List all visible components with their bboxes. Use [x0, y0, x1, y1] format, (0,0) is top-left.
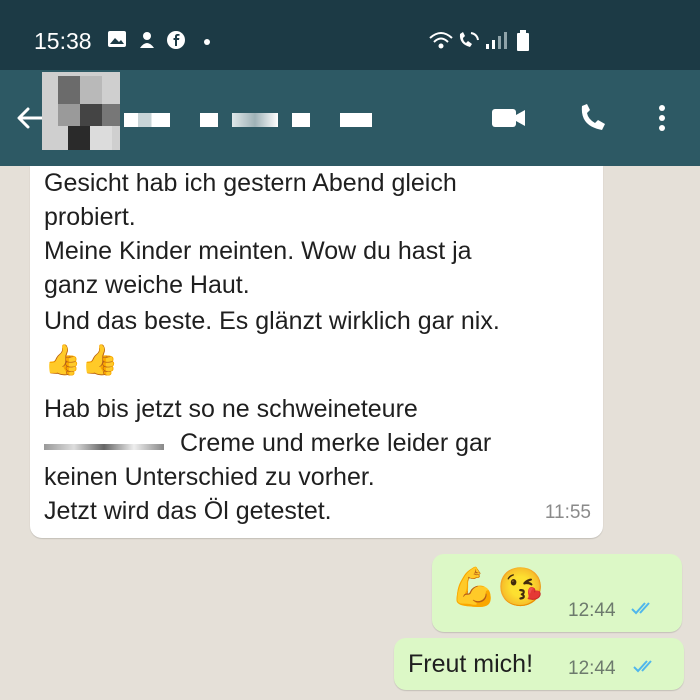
- thumbs-up-emoji: 👍👍: [44, 344, 119, 377]
- message-line: Hab bis jetzt so ne schweineteure: [44, 395, 418, 423]
- message-line: probiert.: [44, 203, 136, 231]
- redacted-name-block: [124, 113, 170, 127]
- message-timestamp: 12:44: [568, 600, 616, 621]
- message-timestamp: 12:44: [568, 658, 616, 679]
- dot-icon: [204, 39, 210, 45]
- notification-icon: [140, 32, 154, 48]
- incoming-message-bubble[interactable]: Gesicht hab ich gestern Abend gleich pro…: [30, 166, 603, 538]
- chat-header: [0, 70, 700, 166]
- message-line: Gesicht hab ich gestern Abend gleich: [44, 169, 457, 197]
- status-time: 15:38: [34, 28, 92, 54]
- message-timestamp: 11:55: [544, 502, 591, 523]
- message-line: Creme und merke leider gar: [180, 429, 492, 457]
- redacted-name-block: [232, 113, 278, 127]
- battery-icon: [517, 30, 529, 51]
- facebook-icon: [167, 31, 185, 49]
- message-line: Jetzt wird das Öl getestet.: [44, 497, 332, 525]
- video-call-icon[interactable]: [490, 98, 528, 138]
- status-bar: 15:38: [0, 0, 700, 70]
- phone-call-icon[interactable]: [574, 98, 610, 138]
- call-icon: [459, 32, 479, 47]
- message-line: Meine Kinder meinten. Wow du hast ja: [44, 237, 472, 265]
- message-line: Und das beste. Es glänzt wirklich gar ni…: [44, 307, 500, 335]
- outgoing-message-bubble[interactable]: Freut mich! 12:44: [394, 638, 684, 690]
- signal-icon: [486, 32, 507, 49]
- redacted-name-block: [340, 113, 372, 127]
- chat-area[interactable]: Gesicht hab ich gestern Abend gleich pro…: [0, 166, 700, 700]
- message-line: ganz weiche Haut.: [44, 271, 250, 299]
- redacted-word: [44, 428, 170, 458]
- message-text: Freut mich!: [408, 650, 534, 678]
- wifi-icon: [429, 32, 453, 49]
- redacted-name-block: [292, 113, 310, 127]
- more-vert-icon[interactable]: [652, 98, 672, 138]
- read-ticks-icon: [631, 602, 650, 615]
- avatar[interactable]: [42, 72, 120, 164]
- image-icon: [108, 31, 126, 47]
- read-ticks-icon: [633, 660, 652, 673]
- redacted-name-block: [200, 113, 218, 127]
- message-line: keinen Unterschied zu vorher.: [44, 463, 375, 491]
- flexed-biceps-kiss-emoji: 💪😘: [450, 567, 545, 609]
- outgoing-message-bubble[interactable]: 💪😘 12:44: [432, 554, 682, 632]
